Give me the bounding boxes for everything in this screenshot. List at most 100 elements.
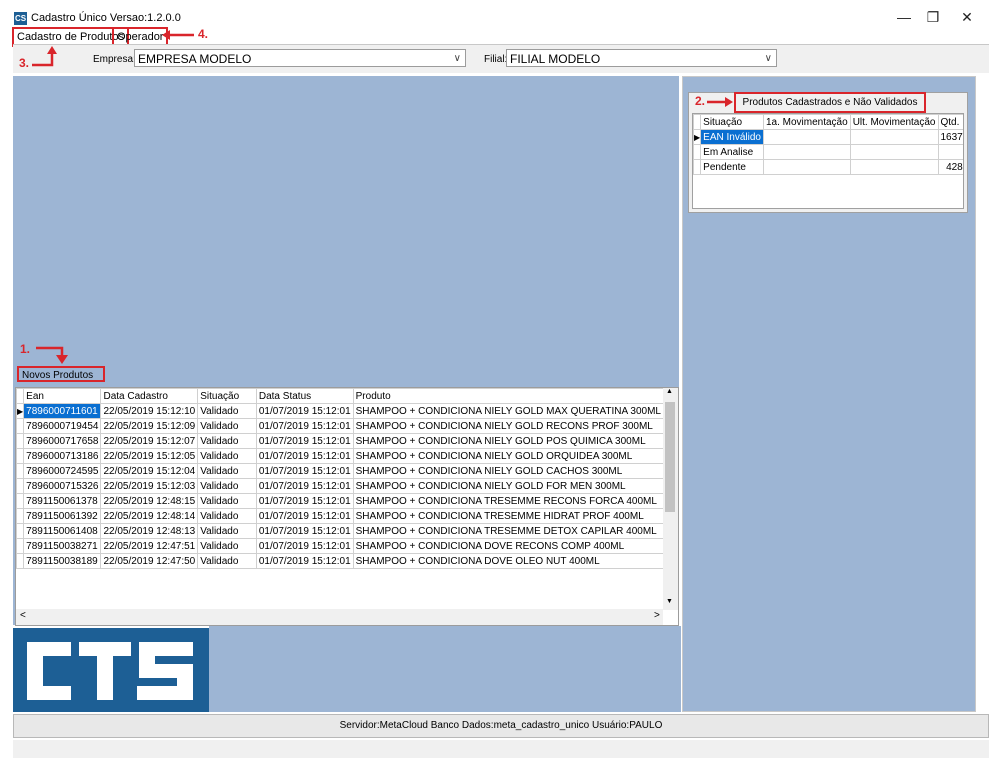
cell-data-status[interactable]: 01/07/2019 15:12:01	[255, 553, 354, 569]
column-header-qtd[interactable]: Qtd.	[937, 114, 963, 130]
cell-data-status[interactable]: 01/07/2019 15:12:01	[255, 493, 354, 509]
table-row[interactable]: 7891150061392 22/05/2019 12:48:14 Validado…	[16, 508, 665, 524]
horizontal-scrollbar[interactable]: < >	[16, 609, 663, 625]
table-row[interactable]: Pendente 4284	[693, 159, 963, 175]
table-row[interactable]: 7896000715326 22/05/2019 15:12:03 Validado…	[16, 478, 665, 494]
table-row[interactable]: 7891150061408 22/05/2019 12:48:13 Validado…	[16, 523, 665, 539]
cell-situacao[interactable]: Validado	[197, 553, 257, 569]
scroll-up-icon[interactable]: ▲	[666, 388, 673, 395]
table-row[interactable]: ▶ EAN Inválido 16370	[693, 129, 963, 145]
column-header-situacao[interactable]: Situação	[700, 114, 764, 130]
cell-data-cadastro[interactable]: 22/05/2019 15:12:09	[100, 418, 199, 434]
cell-produto[interactable]: SHAMPOO + CONDICIONA TRESEMME DETOX CAPI…	[352, 523, 665, 539]
cell-data-status[interactable]: 01/07/2019 15:12:01	[255, 508, 354, 524]
cell-data-status[interactable]: 01/07/2019 15:12:01	[255, 403, 354, 419]
filial-select[interactable]: FILIAL MODELO ∨	[506, 49, 777, 67]
column-header-data-cadastro[interactable]: Data Cadastro	[100, 388, 199, 404]
cell-ean[interactable]: 7891150061408	[23, 523, 102, 539]
cell-produto[interactable]: SHAMPOO + CONDICIONA NIELY GOLD POS QUIM…	[352, 433, 665, 449]
cell-produto[interactable]: SHAMPOO + CONDICIONA NIELY GOLD ORQUIDEA…	[352, 448, 665, 464]
cell-data-cadastro[interactable]: 22/05/2019 12:47:51	[100, 538, 199, 554]
table-row[interactable]: 7896000724595 22/05/2019 15:12:04 Validado…	[16, 463, 665, 479]
cell-data-cadastro[interactable]: 22/05/2019 15:12:05	[100, 448, 199, 464]
cell-primeira-mov[interactable]	[762, 129, 851, 145]
column-header-ean[interactable]: Ean	[23, 388, 102, 404]
cell-data-cadastro[interactable]: 22/05/2019 15:12:10	[100, 403, 199, 419]
cell-ean[interactable]: 7891150038189	[23, 553, 102, 569]
table-row[interactable]: 7891150061378 22/05/2019 12:48:15 Validado…	[16, 493, 665, 509]
close-button[interactable]: ✕	[947, 6, 987, 28]
cell-ean[interactable]: 7896000719454	[23, 418, 102, 434]
cell-data-cadastro[interactable]: 22/05/2019 15:12:07	[100, 433, 199, 449]
scroll-down-icon[interactable]: ▼	[666, 598, 673, 605]
scroll-right-icon[interactable]: >	[654, 610, 660, 621]
cell-ultima-mov[interactable]	[849, 144, 939, 160]
cell-produto[interactable]: SHAMPOO + CONDICIONA NIELY GOLD FOR MEN …	[352, 478, 665, 494]
cell-situacao[interactable]: Validado	[197, 433, 257, 449]
cell-primeira-mov[interactable]	[762, 159, 851, 175]
cell-situacao[interactable]: Validado	[197, 478, 257, 494]
table-row[interactable]: 7896000719454 22/05/2019 15:12:09 Validado…	[16, 418, 665, 434]
cell-produto[interactable]: SHAMPOO + CONDICIONA NIELY GOLD MAX QUER…	[352, 403, 665, 419]
cell-ean[interactable]: 7896000711601	[23, 403, 102, 419]
cell-ean[interactable]: 7891150061392	[23, 508, 102, 524]
cell-produto[interactable]: SHAMPOO + CONDICIONA TRESEMME HIDRAT PRO…	[352, 508, 665, 524]
cell-ean[interactable]: 7891150061378	[23, 493, 102, 509]
cell-ean[interactable]: 7896000717658	[23, 433, 102, 449]
cell-qtd[interactable]: 16370	[937, 129, 963, 145]
cell-ean[interactable]: 7896000715326	[23, 478, 102, 494]
table-row[interactable]: 7891150038271 22/05/2019 12:47:51 Validado…	[16, 538, 665, 554]
cell-situacao[interactable]: Validado	[197, 493, 257, 509]
empresa-select[interactable]: EMPRESA MODELO ∨	[134, 49, 466, 67]
vertical-scroll-thumb[interactable]	[665, 402, 675, 512]
cell-ultima-mov[interactable]	[849, 159, 939, 175]
scroll-left-icon[interactable]: <	[20, 610, 26, 621]
cell-produto[interactable]: SHAMPOO + CONDICIONA TRESEMME RECONS FOR…	[352, 493, 665, 509]
cell-situacao[interactable]: Validado	[197, 463, 257, 479]
table-row[interactable]: Em Analise 1	[693, 144, 963, 160]
cell-data-cadastro[interactable]: 22/05/2019 12:47:50	[100, 553, 199, 569]
cell-data-cadastro[interactable]: 22/05/2019 12:48:15	[100, 493, 199, 509]
cell-data-cadastro[interactable]: 22/05/2019 15:12:03	[100, 478, 199, 494]
cell-data-cadastro[interactable]: 22/05/2019 12:48:13	[100, 523, 199, 539]
cell-situacao[interactable]: Validado	[197, 403, 257, 419]
vertical-scrollbar[interactable]: ▲ ▼	[663, 388, 678, 610]
cell-situacao[interactable]: EAN Inválido	[700, 129, 764, 145]
column-header-produto[interactable]: Produto	[352, 388, 665, 404]
cell-data-status[interactable]: 01/07/2019 15:12:01	[255, 418, 354, 434]
new-products-grid[interactable]: Ean Data Cadastro Situação Data Status P…	[15, 387, 679, 626]
cell-qtd[interactable]: 4284	[937, 159, 963, 175]
table-row[interactable]: 7896000717658 22/05/2019 15:12:07 Validado…	[16, 433, 665, 449]
cell-data-status[interactable]: 01/07/2019 15:12:01	[255, 463, 354, 479]
column-header-data-status[interactable]: Data Status	[255, 388, 354, 404]
cell-primeira-mov[interactable]	[762, 144, 851, 160]
cell-situacao[interactable]: Validado	[197, 523, 257, 539]
cell-produto[interactable]: SHAMPOO + CONDICIONA DOVE RECONS COMP 40…	[352, 538, 665, 554]
cell-data-cadastro[interactable]: 22/05/2019 12:48:14	[100, 508, 199, 524]
cell-situacao[interactable]: Pendente	[700, 159, 764, 175]
column-header-primeira-mov[interactable]: 1a. Movimentação	[762, 114, 851, 130]
column-header-ultima-mov[interactable]: Ult. Movimentação	[849, 114, 939, 130]
cell-produto[interactable]: SHAMPOO + CONDICIONA NIELY GOLD CACHOS 3…	[352, 463, 665, 479]
cell-ultima-mov[interactable]	[849, 129, 939, 145]
cell-ean[interactable]: 7896000713186	[23, 448, 102, 464]
table-row[interactable]: 7891150038189 22/05/2019 12:47:50 Validado…	[16, 553, 665, 569]
registered-products-grid[interactable]: Situação 1a. Movimentação Ult. Movimenta…	[692, 113, 964, 209]
cell-data-status[interactable]: 01/07/2019 15:12:01	[255, 478, 354, 494]
cell-produto[interactable]: SHAMPOO + CONDICIONA NIELY GOLD RECONS P…	[352, 418, 665, 434]
cell-data-status[interactable]: 01/07/2019 15:12:01	[255, 448, 354, 464]
cell-data-status[interactable]: 01/07/2019 15:12:01	[255, 538, 354, 554]
column-header-situacao[interactable]: Situação	[197, 388, 257, 404]
cell-data-cadastro[interactable]: 22/05/2019 15:12:04	[100, 463, 199, 479]
table-row[interactable]: 7896000713186 22/05/2019 15:12:05 Validado…	[16, 448, 665, 464]
cell-situacao[interactable]: Validado	[197, 508, 257, 524]
cell-data-status[interactable]: 01/07/2019 15:12:01	[255, 523, 354, 539]
cell-qtd[interactable]: 1	[937, 144, 963, 160]
cell-situacao[interactable]: Validado	[197, 538, 257, 554]
cell-situacao[interactable]: Em Analise	[700, 144, 764, 160]
cell-situacao[interactable]: Validado	[197, 418, 257, 434]
cell-situacao[interactable]: Validado	[197, 448, 257, 464]
cell-ean[interactable]: 7891150038271	[23, 538, 102, 554]
cell-produto[interactable]: SHAMPOO + CONDICIONA DOVE OLEO NUT 400ML	[352, 553, 665, 569]
cell-data-status[interactable]: 01/07/2019 15:12:01	[255, 433, 354, 449]
